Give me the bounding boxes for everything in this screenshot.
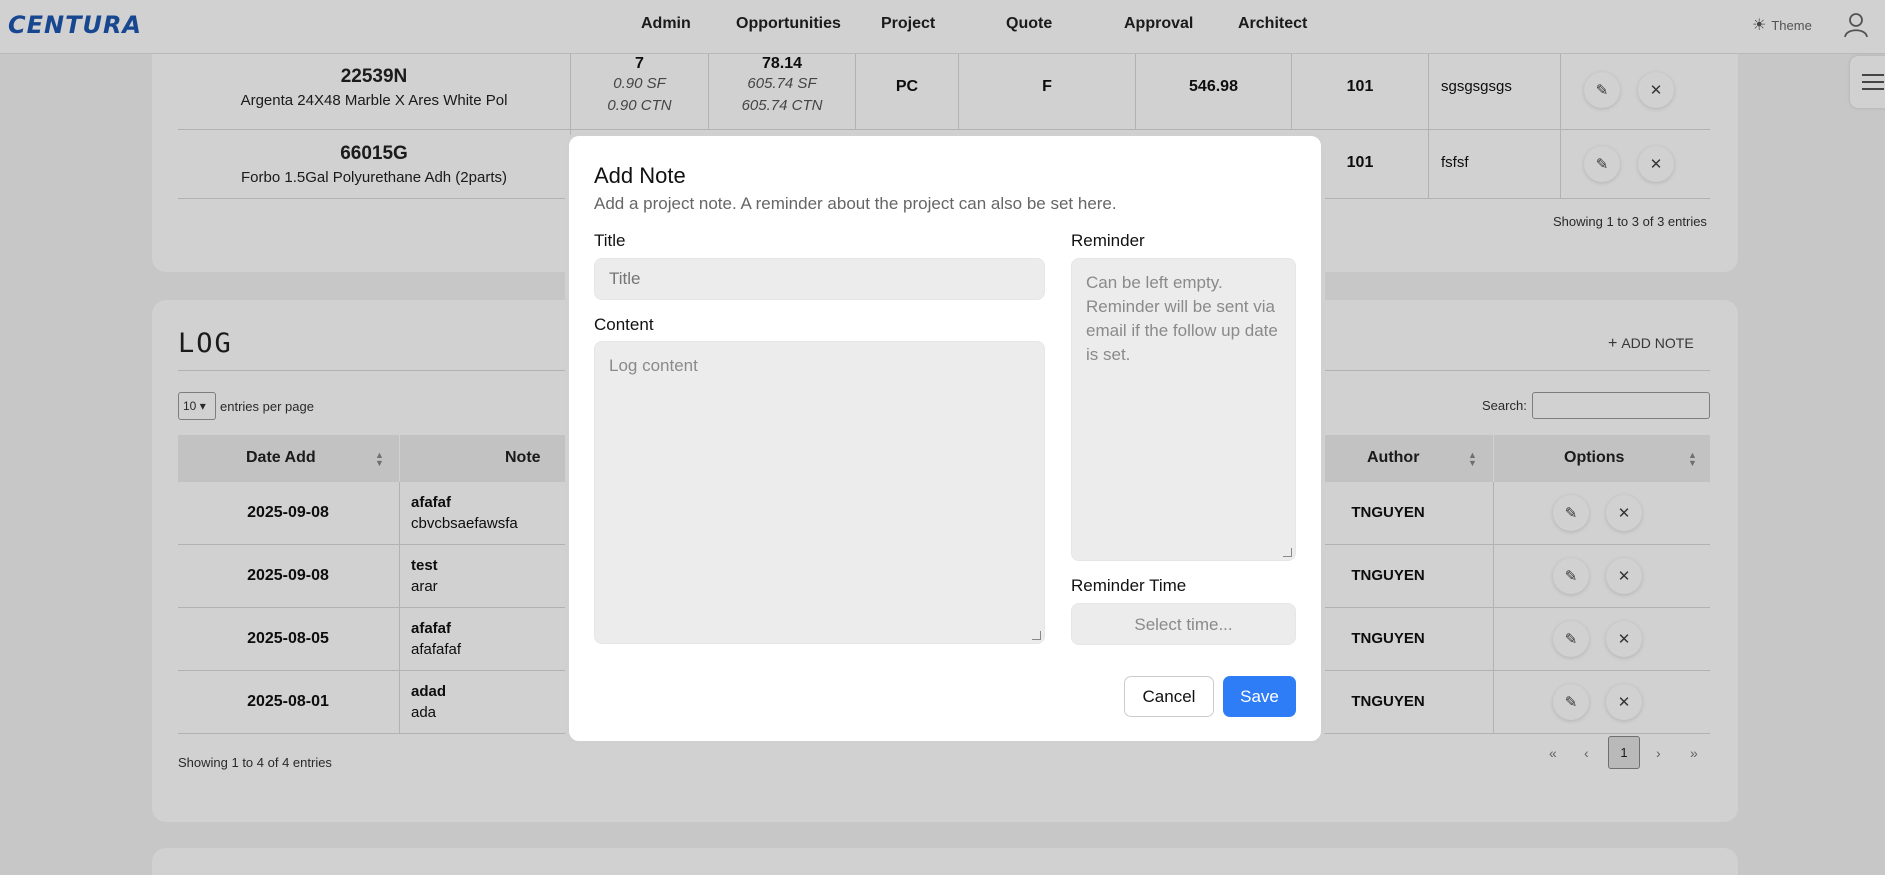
reminder-time-label: Reminder Time <box>1071 576 1187 595</box>
reminder-label: Reminder <box>1071 231 1145 250</box>
title-input[interactable] <box>594 258 1045 300</box>
dialog-title: Add Note <box>594 163 686 188</box>
add-note-dialog: Add Note Add a project note. A reminder … <box>565 132 1325 745</box>
title-label: Title <box>594 231 626 250</box>
content-placeholder: Log content <box>609 356 698 375</box>
content-textarea[interactable]: Log content <box>594 341 1045 644</box>
content-label: Content <box>594 315 654 334</box>
resize-handle[interactable] <box>1283 548 1292 557</box>
reminder-placeholder: Can be left empty. Reminder will be sent… <box>1086 273 1278 364</box>
reminder-textarea[interactable]: Can be left empty. Reminder will be sent… <box>1071 258 1296 561</box>
dialog-subtitle: Add a project note. A reminder about the… <box>594 194 1117 213</box>
save-button[interactable]: Save <box>1223 676 1296 717</box>
resize-handle[interactable] <box>1032 631 1041 640</box>
cancel-button[interactable]: Cancel <box>1124 676 1214 717</box>
reminder-time-picker[interactable]: Select time... <box>1071 603 1296 645</box>
